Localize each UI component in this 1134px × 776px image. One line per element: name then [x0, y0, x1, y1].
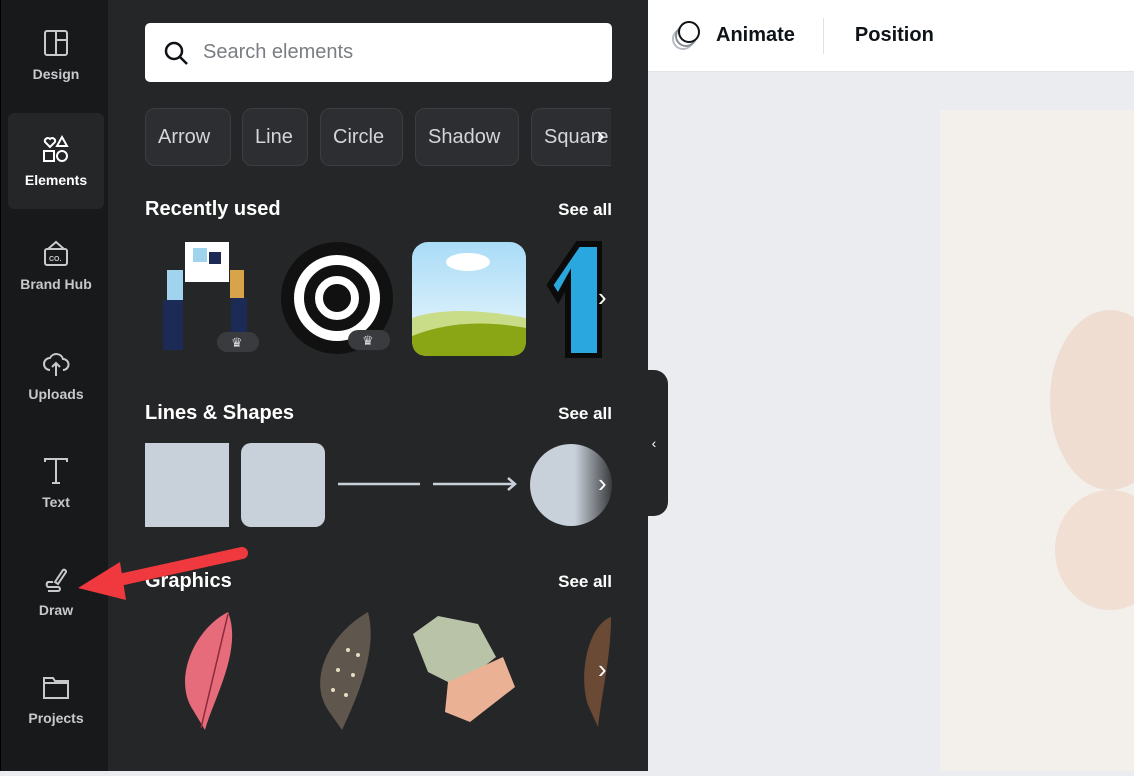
- chevron-right-icon[interactable]: ›: [596, 120, 605, 151]
- search-placeholder: Search elements: [203, 41, 354, 63]
- shape-line[interactable]: [338, 476, 422, 492]
- draw-icon: [45, 568, 67, 592]
- sidebar-item-label: Text: [42, 494, 70, 510]
- sidebar-item-label: Brand Hub: [20, 276, 92, 292]
- thumbnail-number-one[interactable]: [540, 240, 602, 358]
- graphic-pink-feather[interactable]: [173, 610, 243, 732]
- sidebar-item-label: Draw: [38, 602, 74, 618]
- sidebar-item-label: Uploads: [28, 386, 84, 402]
- sidebar-item-label: Elements: [24, 172, 88, 188]
- see-all-link[interactable]: See all: [558, 200, 612, 220]
- graphic-spotted-feather[interactable]: [308, 610, 378, 732]
- section-title: Lines & Shapes: [145, 402, 294, 424]
- section-title: Graphics: [145, 570, 232, 592]
- position-button[interactable]: Position: [855, 24, 934, 47]
- chevron-right-icon[interactable]: ›: [598, 468, 607, 499]
- sidebar-item-brand-hub[interactable]: CO. Brand Hub: [8, 217, 104, 313]
- brand-hub-icon: CO.: [44, 240, 68, 266]
- search-input[interactable]: Search elements: [145, 23, 612, 82]
- sidebar-item-projects[interactable]: Projects: [8, 651, 104, 747]
- chevron-right-icon[interactable]: ›: [598, 654, 607, 685]
- animate-label: Animate: [716, 24, 795, 46]
- sidebar: Design Elements CO. Brand Hub Uploads Te…: [0, 0, 108, 771]
- sidebar-item-label: Design: [32, 66, 80, 82]
- section-title: Recently used: [145, 198, 281, 220]
- canvas-artwork: [1050, 310, 1134, 610]
- see-all-link[interactable]: See all: [558, 572, 612, 592]
- chip-circle[interactable]: Circle: [320, 108, 403, 166]
- sidebar-item-text[interactable]: Text: [8, 435, 104, 531]
- sidebar-item-design[interactable]: Design: [8, 7, 104, 103]
- see-all-link[interactable]: See all: [558, 404, 612, 424]
- cloud-upload-icon: [43, 353, 70, 376]
- sidebar-item-elements[interactable]: Elements: [8, 113, 104, 209]
- sidebar-item-label: Projects: [28, 710, 84, 726]
- search-icon: [164, 41, 188, 65]
- chip-line[interactable]: Line: [242, 108, 308, 166]
- sidebar-item-draw[interactable]: Draw: [8, 543, 104, 639]
- toolbar-divider: [822, 17, 824, 54]
- svg-text:CO.: CO.: [49, 256, 62, 263]
- thumbnail-teamwork-illustration[interactable]: ♛: [145, 240, 265, 358]
- toolbar: Animate Position: [648, 0, 1134, 72]
- thumbnail-landscape-image[interactable]: [410, 240, 528, 358]
- shapes-icon: [43, 134, 69, 162]
- text-icon: [44, 458, 68, 484]
- animate-button[interactable]: Animate: [670, 20, 795, 52]
- thumbnail-openai-logo[interactable]: ♛: [278, 240, 396, 358]
- shape-arrow[interactable]: [433, 476, 519, 492]
- design-canvas-page[interactable]: [940, 110, 1134, 771]
- sidebar-item-uploads[interactable]: Uploads: [8, 327, 104, 423]
- layout-icon: [44, 30, 68, 56]
- shape-rounded-square[interactable]: [241, 443, 325, 527]
- chip-shadow[interactable]: Shadow: [415, 108, 519, 166]
- chevron-right-icon[interactable]: ›: [598, 282, 607, 313]
- folder-icon: [43, 677, 69, 699]
- shape-square[interactable]: [145, 443, 229, 527]
- svg-text:♛: ♛: [362, 333, 374, 348]
- animate-icon: [672, 20, 700, 50]
- chip-arrow[interactable]: Arrow: [145, 108, 231, 166]
- elements-panel: Search elements Arrow Line Circle Shadow…: [108, 0, 648, 771]
- graphic-watercolor-strokes[interactable]: [408, 612, 518, 726]
- svg-text:♛: ♛: [231, 335, 243, 350]
- editor-area: Animate Position: [648, 0, 1134, 771]
